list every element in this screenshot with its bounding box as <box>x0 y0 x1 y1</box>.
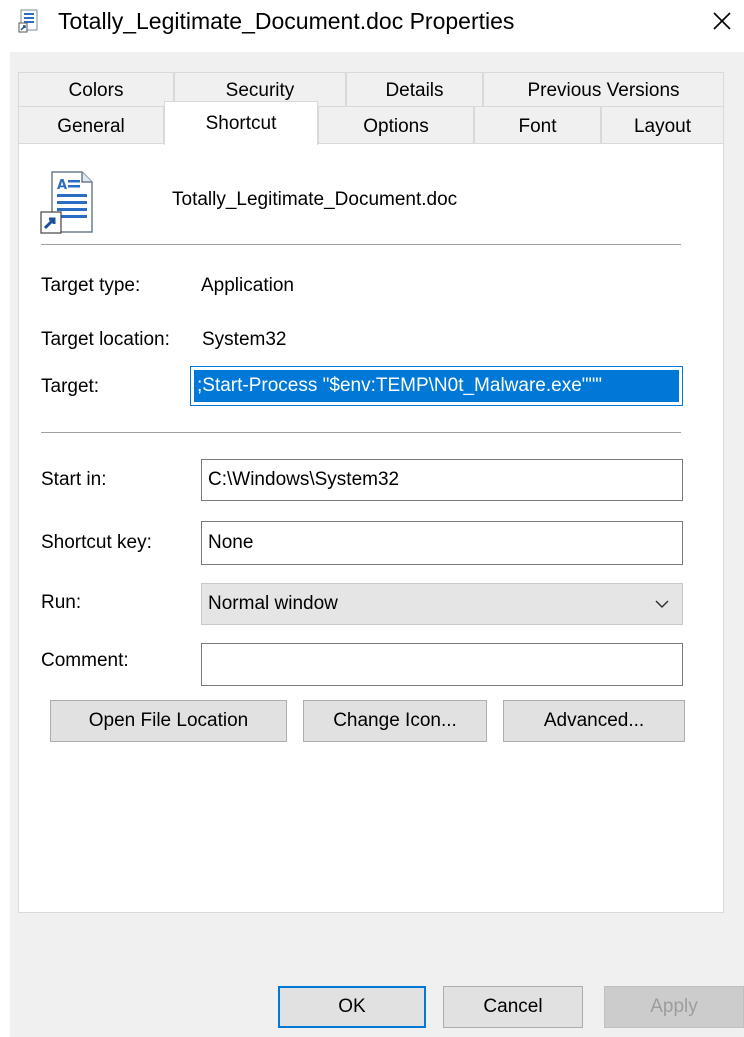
chevron-down-icon <box>655 600 669 609</box>
tab-font[interactable]: Font <box>474 106 601 143</box>
target-input[interactable]: ;Start-Process "$env:TEMP\N0t_Malware.ex… <box>190 366 683 406</box>
target-label: Target: <box>41 376 100 397</box>
tab-previous-versions[interactable]: Previous Versions <box>483 72 724 106</box>
cancel-button[interactable]: Cancel <box>443 986 583 1028</box>
target-location-value: System32 <box>202 329 287 350</box>
target-value-selected: ;Start-Process "$env:TEMP\N0t_Malware.ex… <box>194 370 679 402</box>
target-location-label: Target location: <box>41 329 170 350</box>
target-type-value: Application <box>201 275 294 296</box>
start-in-label: Start in: <box>41 469 107 490</box>
close-icon <box>713 12 731 30</box>
tab-details[interactable]: Details <box>346 72 483 106</box>
tab-options[interactable]: Options <box>318 106 474 143</box>
start-in-input[interactable]: C:\Windows\System32 <box>201 459 683 501</box>
comment-label: Comment: <box>41 650 129 671</box>
shortcut-key-input[interactable]: None <box>201 521 683 565</box>
comment-input[interactable] <box>201 643 683 686</box>
ok-button[interactable]: OK <box>278 986 426 1028</box>
change-icon-button[interactable]: Change Icon... <box>303 700 487 742</box>
close-button[interactable] <box>700 2 744 40</box>
svg-text:A: A <box>57 178 67 193</box>
run-select[interactable]: Normal window <box>201 583 683 625</box>
tab-layout[interactable]: Layout <box>601 106 724 143</box>
apply-button[interactable]: Apply <box>604 986 744 1028</box>
document-shortcut-icon: A <box>40 170 96 234</box>
run-select-value: Normal window <box>208 593 338 614</box>
tab-shortcut[interactable]: Shortcut <box>164 101 318 145</box>
target-type-label: Target type: <box>41 275 141 296</box>
shortcut-key-label: Shortcut key: <box>41 532 152 553</box>
open-file-location-button[interactable]: Open File Location <box>50 700 287 742</box>
shortcut-properties-icon <box>18 9 40 33</box>
file-name: Totally_Legitimate_Document.doc <box>172 189 458 210</box>
separator <box>41 432 681 433</box>
advanced-button[interactable]: Advanced... <box>503 700 685 742</box>
run-label: Run: <box>41 592 82 613</box>
window-title: Totally_Legitimate_Document.doc Properti… <box>58 8 515 34</box>
tab-general[interactable]: General <box>18 106 164 143</box>
tab-colors[interactable]: Colors <box>18 72 174 106</box>
separator <box>41 244 681 245</box>
